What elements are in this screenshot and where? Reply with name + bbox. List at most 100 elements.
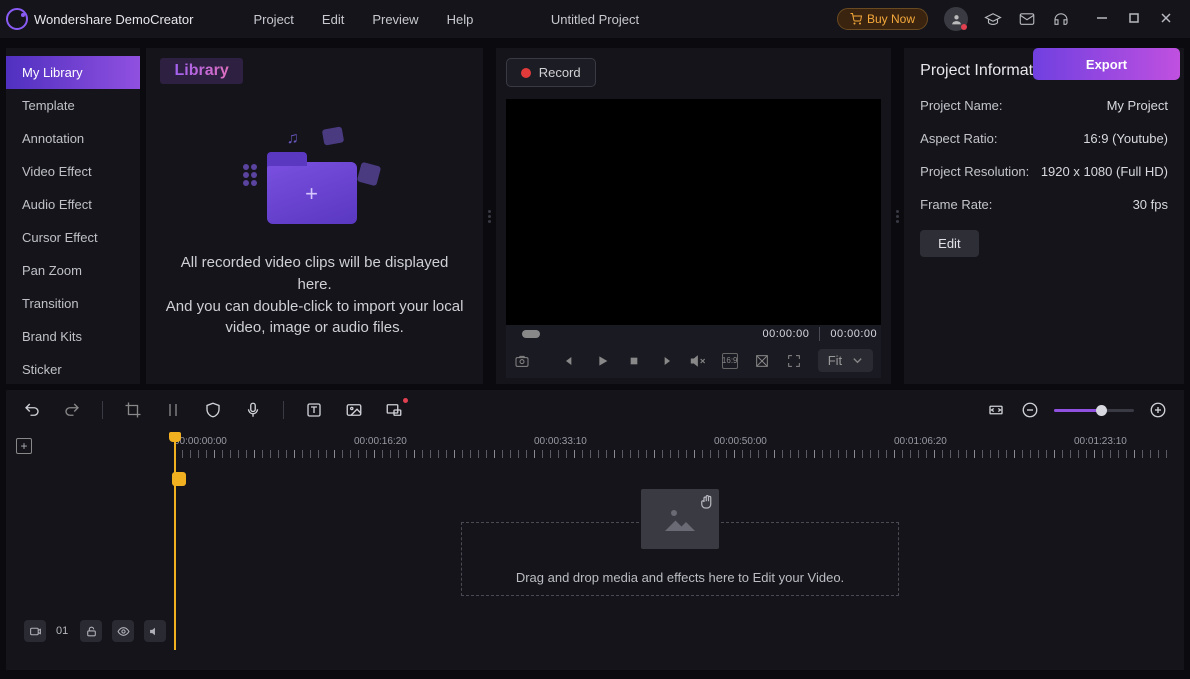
resolution-value: 1920 x 1080 (Full HD) (1041, 164, 1168, 179)
logo-icon (6, 8, 28, 30)
menu-edit[interactable]: Edit (322, 12, 344, 27)
timeline-dropzone[interactable]: Drag and drop media and effects here to … (461, 522, 899, 596)
library-empty-text: All recorded video clips will be display… (146, 252, 482, 339)
project-name-label: Project Name: (920, 98, 1002, 113)
panel-resize-handle[interactable] (489, 48, 490, 384)
snapshot-icon[interactable] (514, 353, 530, 369)
track-lock-button[interactable] (80, 620, 102, 642)
sidebar-item-brand-kits[interactable]: Brand Kits (6, 320, 140, 353)
preview-panel: Record 00:00:00 00:00:00 16:9 Fit (496, 48, 891, 384)
preview-controls: 16:9 Fit (506, 343, 881, 378)
zoom-slider[interactable] (1054, 409, 1134, 412)
ruler-marker: 00:00:16:20 (354, 436, 407, 447)
library-sidebar: My Library Template Annotation Video Eff… (6, 48, 140, 384)
mail-icon[interactable] (1018, 10, 1036, 28)
menu-help[interactable]: Help (447, 12, 474, 27)
fit-timeline-button[interactable] (986, 400, 1006, 420)
ruler-marker: 00:00:50:00 (714, 436, 767, 447)
sidebar-item-template[interactable]: Template (6, 89, 140, 122)
sidebar-item-audio-effect[interactable]: Audio Effect (6, 188, 140, 221)
chevron-down-icon (852, 355, 863, 366)
sidebar-item-video-effect[interactable]: Video Effect (6, 155, 140, 188)
menu-project[interactable]: Project (253, 12, 293, 27)
grab-hand-icon (698, 493, 716, 511)
aspect-ratio-label: Aspect Ratio: (920, 131, 997, 146)
sidebar-item-pan-zoom[interactable]: Pan Zoom (6, 254, 140, 287)
sidebar-item-transition[interactable]: Transition (6, 287, 140, 320)
mute-icon[interactable] (690, 353, 706, 369)
project-edit-button[interactable]: Edit (920, 230, 978, 257)
preview-current-time: 00:00:00 (763, 328, 810, 340)
record-dot-icon (521, 68, 531, 78)
import-folder-icon[interactable]: + (255, 134, 375, 224)
buy-now-button[interactable]: Buy Now (837, 8, 928, 30)
crop-button[interactable] (123, 400, 143, 420)
timeline-playhead[interactable] (174, 432, 176, 650)
stop-icon[interactable] (626, 353, 642, 369)
image-button[interactable] (344, 400, 364, 420)
preview-total-time: 00:00:00 (830, 328, 877, 340)
headset-icon[interactable] (1052, 10, 1070, 28)
resolution-label: Project Resolution: (920, 164, 1029, 179)
sidebar-item-my-library[interactable]: My Library (6, 56, 140, 89)
ruler-marker: 00:01:23:10 (1074, 436, 1127, 447)
pip-button[interactable] (384, 400, 404, 420)
sidebar-item-cursor-effect[interactable]: Cursor Effect (6, 221, 140, 254)
window-controls (1096, 12, 1174, 27)
user-account-icon[interactable] (944, 7, 968, 31)
sidebar-item-annotation[interactable]: Annotation (6, 122, 140, 155)
preview-viewport[interactable] (506, 99, 881, 325)
fullscreen-icon[interactable] (786, 353, 802, 369)
ruler-marker: 00:00:33:10 (534, 436, 587, 447)
maximize-button[interactable] (1128, 12, 1142, 27)
preview-scrubber[interactable] (522, 330, 540, 338)
library-panel[interactable]: Library + All recorded video clips will … (146, 48, 482, 384)
project-name-value: My Project (1107, 98, 1168, 113)
person-icon (950, 13, 963, 26)
track-mute-button[interactable] (144, 620, 166, 642)
main-menu: Project Edit Preview Help (253, 12, 473, 27)
track-number: 01 (56, 625, 68, 637)
library-tab[interactable]: Library (160, 58, 242, 84)
minimize-button[interactable] (1096, 12, 1110, 27)
zoom-fit-dropdown[interactable]: Fit (818, 349, 873, 372)
play-icon[interactable] (594, 353, 610, 369)
project-title: Untitled Project (551, 12, 639, 27)
cart-icon (850, 13, 862, 25)
app-name: Wondershare DemoCreator (34, 12, 193, 27)
project-information-panel: Project Information Project Name:My Proj… (904, 48, 1184, 384)
voiceover-button[interactable] (243, 400, 263, 420)
timeline-toolbar (6, 390, 1184, 430)
zoom-out-button[interactable] (1020, 400, 1040, 420)
next-frame-icon[interactable] (658, 353, 674, 369)
graduation-cap-icon[interactable] (984, 10, 1002, 28)
undo-button[interactable] (22, 400, 42, 420)
notification-dot-icon (403, 398, 408, 403)
export-button[interactable]: Export (1033, 48, 1180, 80)
timeline-ruler[interactable]: 00:00:00:00 00:00:16:20 00:00:33:10 00:0… (6, 430, 1184, 458)
track-video-icon[interactable] (24, 620, 46, 642)
sidebar-item-sticker[interactable]: Sticker (6, 353, 140, 386)
track-visibility-button[interactable] (112, 620, 134, 642)
split-button[interactable] (163, 400, 183, 420)
framerate-label: Frame Rate: (920, 197, 992, 212)
text-button[interactable] (304, 400, 324, 420)
aspect-ratio-icon[interactable]: 16:9 (722, 353, 738, 369)
safe-zone-icon[interactable] (754, 353, 770, 369)
preview-time-row: 00:00:00 00:00:00 (506, 325, 881, 343)
record-button[interactable]: Record (506, 58, 596, 87)
menu-preview[interactable]: Preview (372, 12, 418, 27)
close-button[interactable] (1160, 12, 1174, 27)
zoom-in-button[interactable] (1148, 400, 1168, 420)
shield-button[interactable] (203, 400, 223, 420)
framerate-value: 30 fps (1133, 197, 1168, 212)
title-bar: Wondershare DemoCreator Project Edit Pre… (0, 0, 1190, 38)
ruler-marker: 00:01:06:20 (894, 436, 947, 447)
track-controls: 01 (24, 620, 166, 642)
aspect-ratio-value: 16:9 (Youtube) (1083, 131, 1168, 146)
app-logo: Wondershare DemoCreator (6, 8, 193, 30)
redo-button[interactable] (62, 400, 82, 420)
panel-resize-handle[interactable] (897, 48, 898, 384)
previous-frame-icon[interactable] (562, 353, 578, 369)
timeline[interactable]: + 00:00:00:00 00:00:16:20 00:00:33:10 00… (6, 430, 1184, 670)
